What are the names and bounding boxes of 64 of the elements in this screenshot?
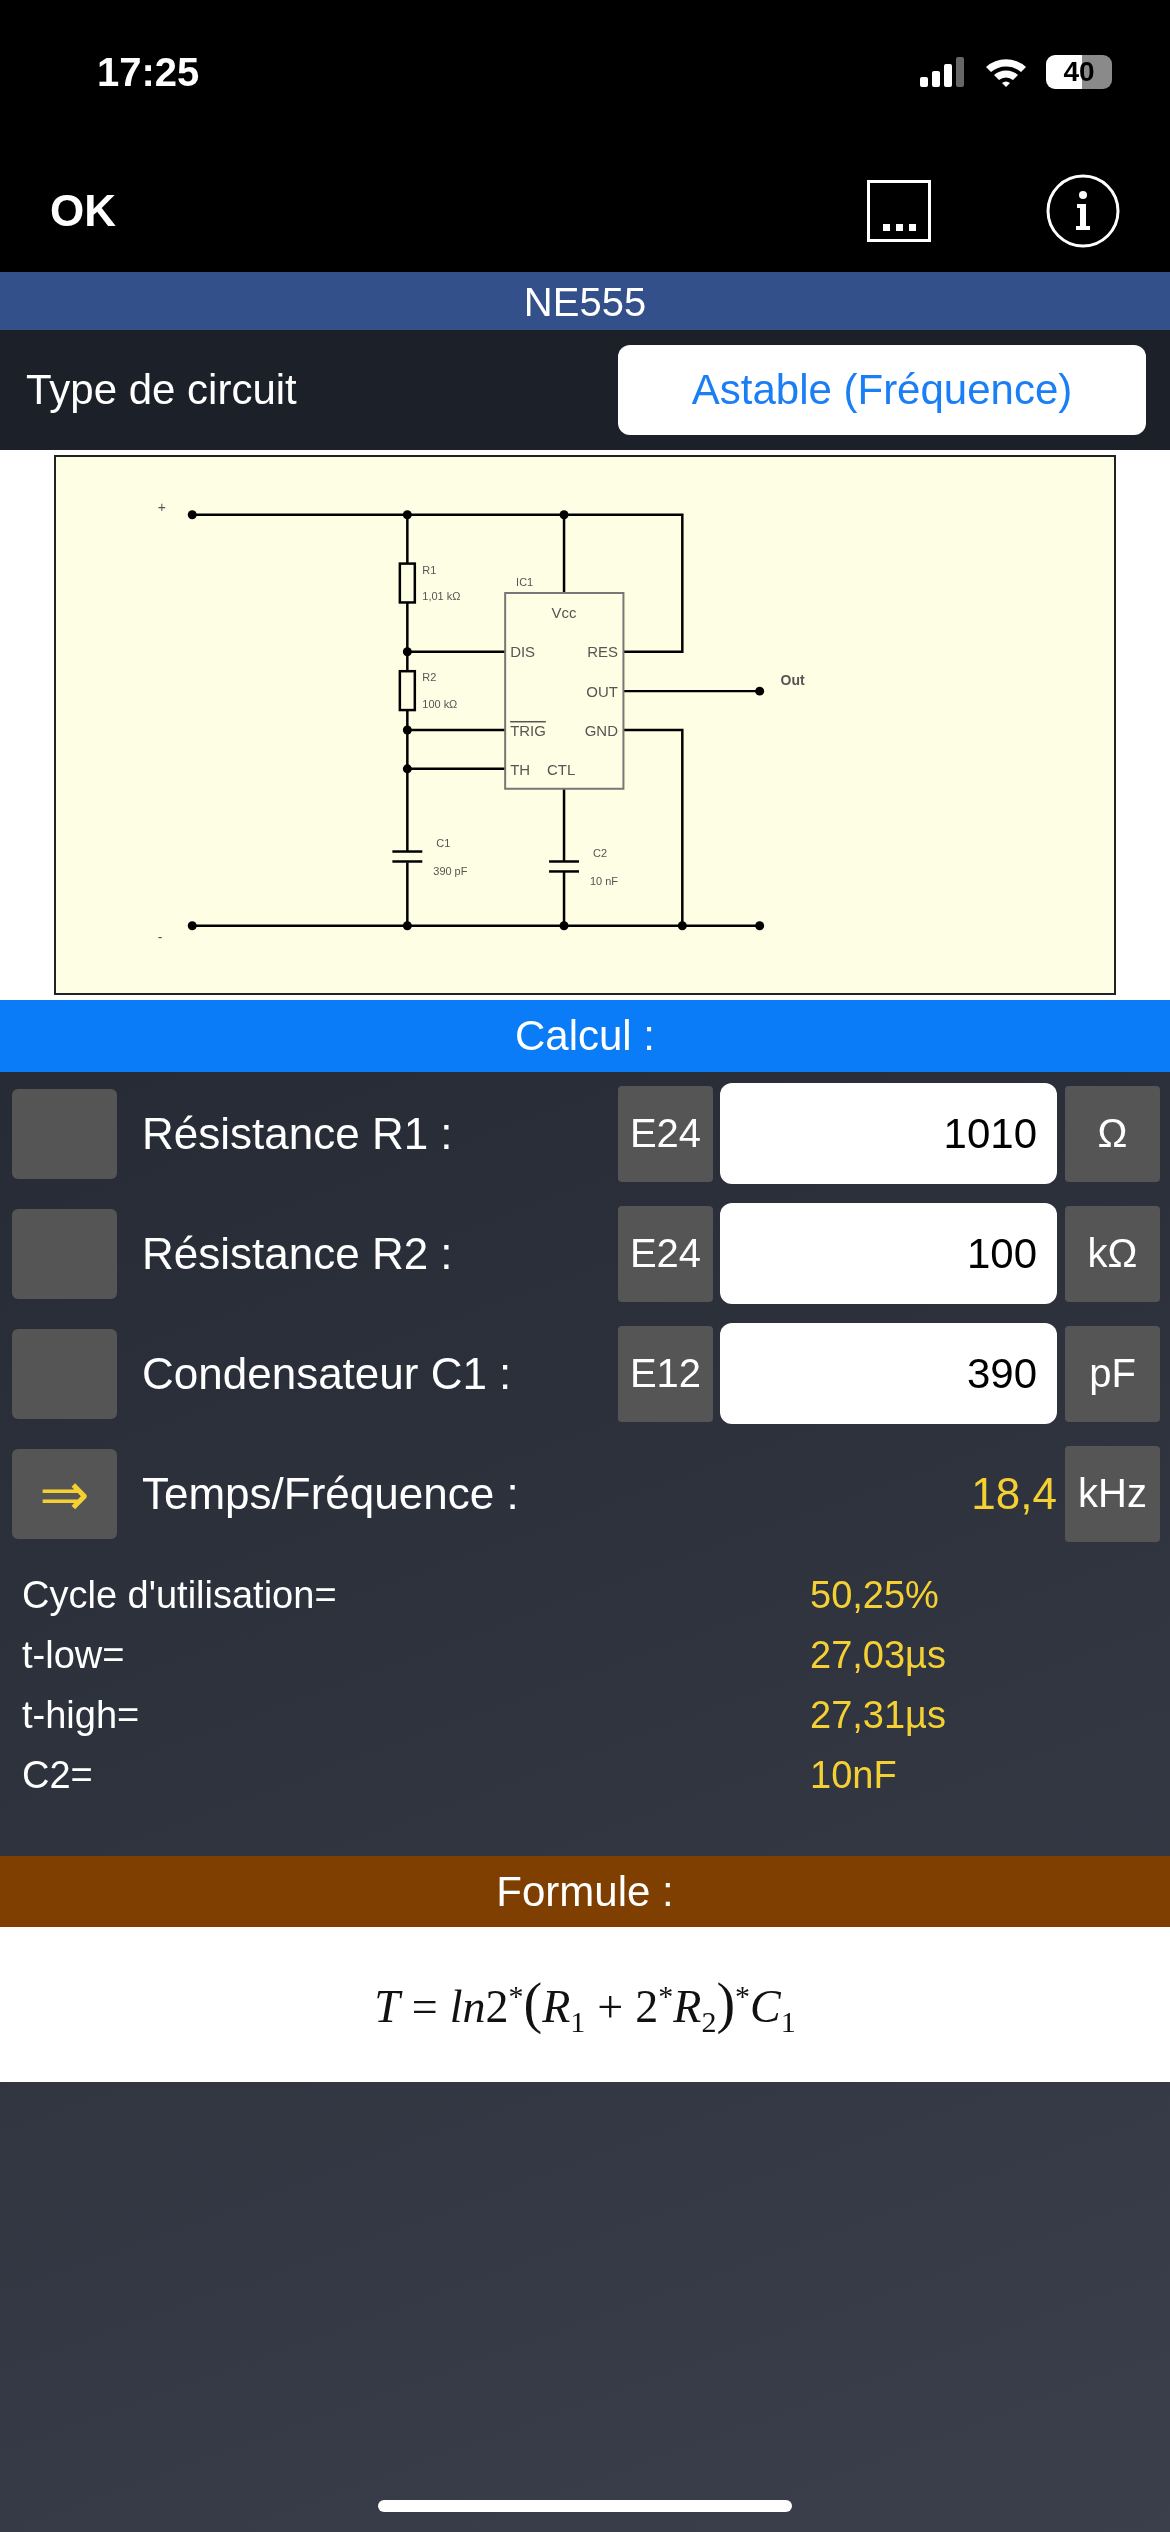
output-label: Out bbox=[780, 672, 805, 689]
component-label: C2 bbox=[593, 846, 607, 859]
pin-label: DIS bbox=[510, 643, 536, 661]
calculate-button[interactable]: ⇒ bbox=[12, 1448, 117, 1539]
result-label: t-high= bbox=[22, 1693, 141, 1737]
value-field[interactable]: 1010 bbox=[720, 1083, 1057, 1184]
field-label: Condensateur C1 : bbox=[142, 1348, 512, 1399]
circuit-type-button[interactable]: Astable (Fréquence) bbox=[618, 345, 1146, 435]
pin-label: TH bbox=[510, 760, 531, 778]
component-value: 1,01 kΩ bbox=[422, 590, 461, 603]
component-value: 10 nF bbox=[590, 875, 619, 888]
section-title: Formule : bbox=[496, 1867, 674, 1916]
ok-button[interactable]: OK bbox=[50, 186, 116, 236]
signal-icon bbox=[920, 57, 966, 87]
screen-title: NE555 bbox=[523, 279, 647, 326]
section-title: Calcul : bbox=[514, 1012, 656, 1060]
formula-text: T = ln2$^{*}$(R$_{1}$ + 2$^{*}$R$_{2}$)$^{*}$C$_{1}$ bbox=[374, 1970, 796, 2039]
circuit-type-label: Type de circuit bbox=[26, 366, 297, 414]
result-value: 50,25% bbox=[810, 1573, 939, 1617]
plus-label: + bbox=[157, 498, 166, 515]
component-value: 100 kΩ bbox=[422, 698, 458, 711]
result-value: 27,31µs bbox=[810, 1693, 946, 1737]
component-label: C1 bbox=[436, 836, 451, 849]
pin-label: Vcc bbox=[551, 604, 577, 622]
unit-button[interactable]: Ω bbox=[1065, 1085, 1160, 1182]
unit-button[interactable]: kHz bbox=[1065, 1445, 1160, 1542]
component-label: R2 bbox=[422, 671, 437, 684]
info-icon[interactable] bbox=[1046, 174, 1120, 248]
resistor-symbol bbox=[398, 669, 417, 712]
value-field[interactable]: 390 bbox=[720, 1323, 1057, 1424]
minus-label: - bbox=[157, 929, 163, 946]
blank-button[interactable] bbox=[12, 1088, 117, 1179]
result-value: 10nF bbox=[810, 1753, 897, 1797]
status-time: 17:25 bbox=[97, 49, 200, 95]
unit-button[interactable]: kΩ bbox=[1065, 1205, 1160, 1302]
pin-label: TRIG bbox=[510, 721, 546, 739]
result-label: Cycle d'utilisation= bbox=[22, 1573, 338, 1617]
result-label: C2= bbox=[22, 1753, 94, 1797]
unit-button[interactable]: pF bbox=[1065, 1325, 1160, 1422]
capacitor-symbol bbox=[392, 850, 423, 863]
component-value: 390 pF bbox=[433, 865, 468, 878]
field-label: Résistance R1 : bbox=[142, 1108, 453, 1159]
wifi-icon bbox=[984, 56, 1028, 88]
battery-icon: 40 bbox=[1046, 55, 1112, 89]
result-value: 18,4 bbox=[971, 1468, 1057, 1519]
component-label: R1 bbox=[422, 563, 437, 576]
resistor-symbol bbox=[398, 562, 417, 604]
field-label: Temps/Fréquence : bbox=[142, 1468, 519, 1519]
capacitor-symbol bbox=[549, 860, 579, 873]
pin-label: OUT bbox=[586, 683, 618, 701]
pin-label: GND bbox=[584, 721, 618, 739]
series-button[interactable]: E24 bbox=[618, 1205, 713, 1302]
more-icon[interactable] bbox=[867, 180, 931, 242]
series-button[interactable]: E24 bbox=[618, 1085, 713, 1182]
blank-button[interactable] bbox=[12, 1208, 117, 1299]
pin-label: CTL bbox=[547, 760, 576, 778]
blank-button[interactable] bbox=[12, 1328, 117, 1419]
result-value: 27,03µs bbox=[810, 1633, 946, 1677]
result-label: t-low= bbox=[22, 1633, 126, 1677]
pin-label: RES bbox=[587, 643, 618, 661]
field-label: Résistance R2 : bbox=[142, 1228, 453, 1279]
value-field[interactable]: 100 bbox=[720, 1203, 1057, 1304]
series-button[interactable]: E12 bbox=[618, 1325, 713, 1422]
chip-label: IC1 bbox=[516, 575, 534, 588]
